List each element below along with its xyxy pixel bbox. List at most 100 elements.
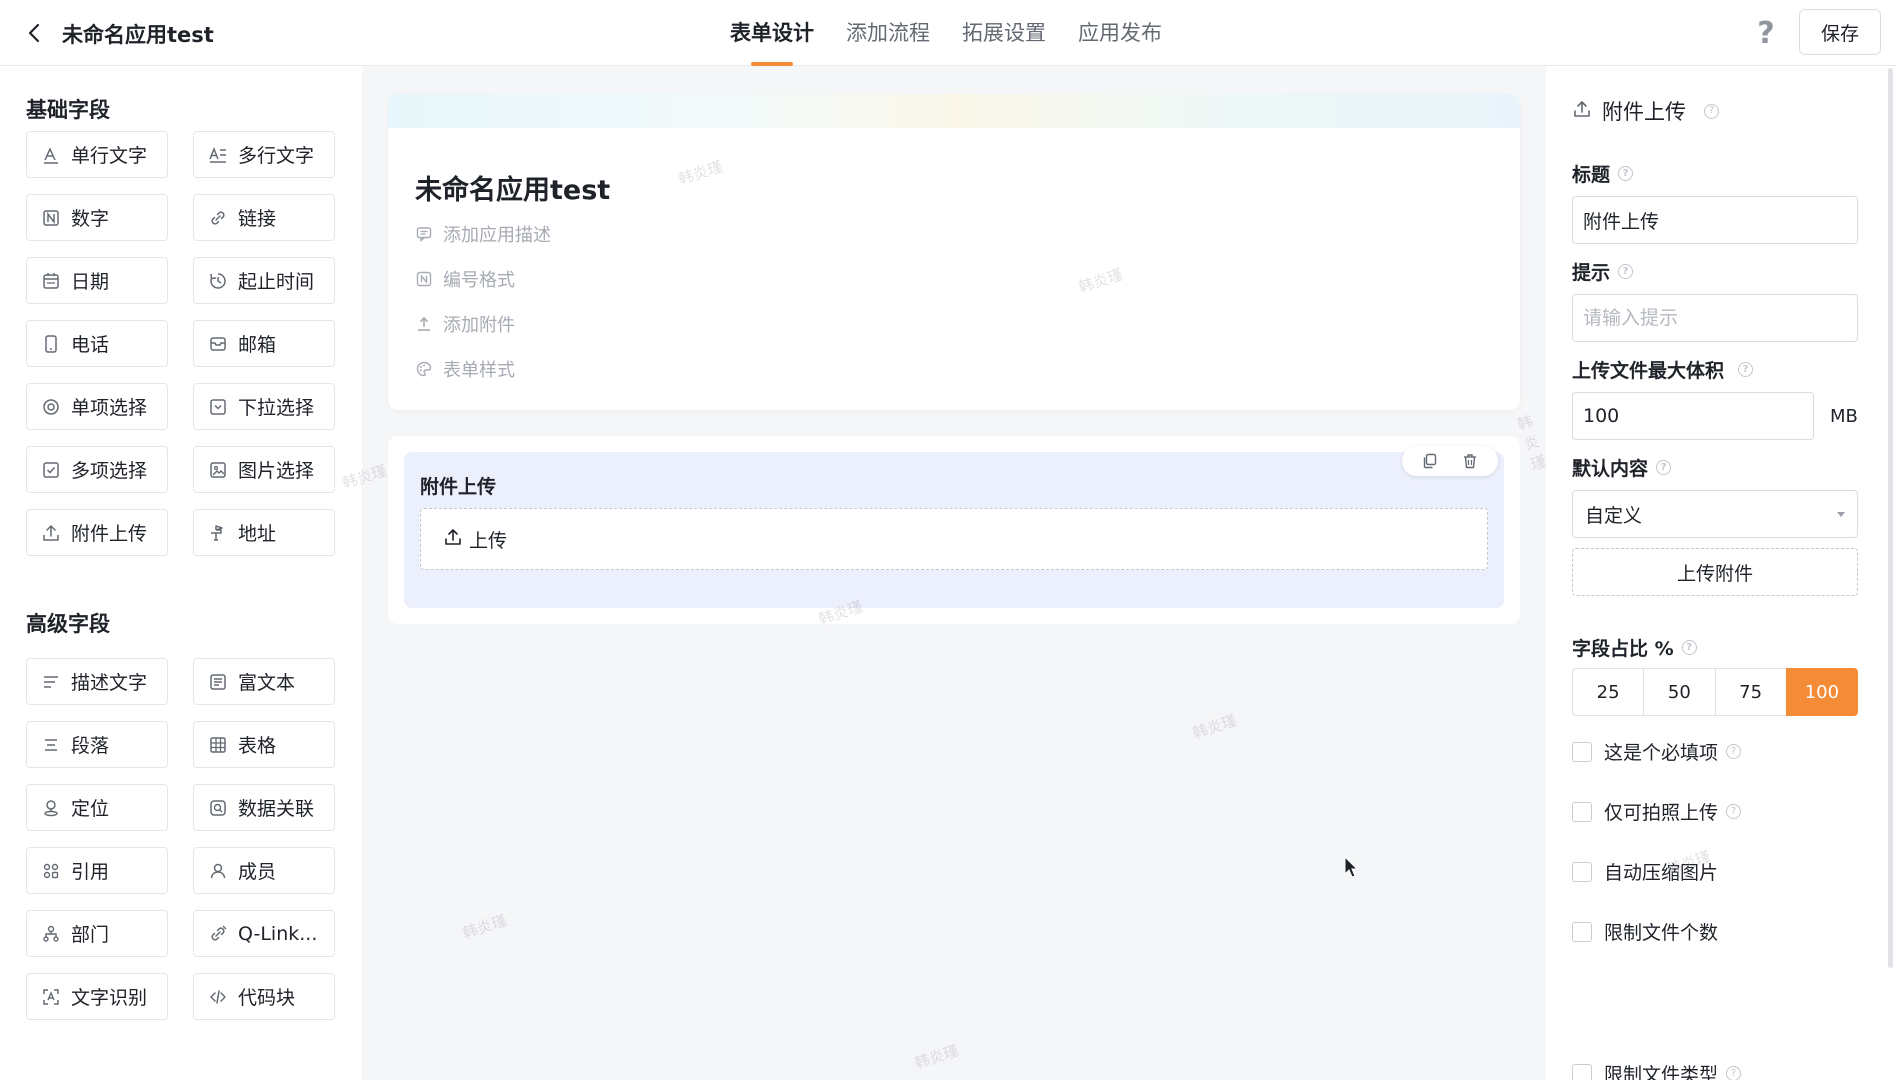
tab-form-design[interactable]: 表单设计	[730, 0, 814, 66]
help-circle-icon[interactable]: ?	[1618, 166, 1634, 181]
help-circle-icon[interactable]: ?	[1738, 362, 1754, 377]
palette-field-checkbox[interactable]: 多项选择	[26, 446, 168, 493]
photo-only-checkbox-row[interactable]: 仅可拍照上传 ?	[1572, 798, 1742, 825]
max-size-input[interactable]	[1572, 392, 1814, 440]
tab-add-process[interactable]: 添加流程	[846, 0, 930, 66]
title-input[interactable]	[1572, 196, 1858, 244]
palette-field-number[interactable]: 数字	[26, 194, 168, 241]
palette-field-q-link[interactable]: Q-Link...	[193, 910, 335, 957]
properties-title: 附件上传	[1602, 100, 1686, 124]
single-line-text-icon	[41, 145, 61, 165]
field-label: 附件上传	[420, 476, 497, 498]
upload-icon	[443, 527, 463, 552]
palette-field-address[interactable]: 地址	[193, 509, 335, 556]
photo-only-checkbox[interactable]	[1572, 801, 1592, 822]
hint-label-text: 提示	[1572, 262, 1611, 284]
default-content-select[interactable]: 自定义	[1572, 490, 1858, 538]
help-circle-icon[interactable]: ?	[1726, 804, 1742, 819]
required-checkbox[interactable]	[1572, 741, 1592, 762]
help-circle-icon[interactable]: ?	[1726, 744, 1742, 759]
palette-field-multi-line-text[interactable]: 多行文字	[193, 131, 335, 178]
paragraph-icon	[41, 735, 61, 755]
palette-field-calendar[interactable]: 日期	[26, 257, 168, 304]
ratio-option-50[interactable]: 50	[1643, 668, 1716, 716]
help-circle-icon[interactable]: ?	[1704, 103, 1719, 119]
palette-field-ocr[interactable]: 文字识别	[26, 973, 168, 1020]
palette-field-paragraph[interactable]: 段落	[26, 721, 168, 768]
form-canvas: 未命名应用test 添加应用描述 编号格式 添加附件 表单样式 韩炎瑾 韩炎瑾 …	[340, 66, 1548, 1080]
image-icon	[208, 460, 228, 480]
ratio-option-25[interactable]: 25	[1572, 668, 1645, 716]
palette-field-department[interactable]: 部门	[26, 910, 168, 957]
copy-icon[interactable]	[1419, 450, 1441, 472]
limit-count-checkbox-row[interactable]: 限制文件个数	[1572, 918, 1718, 945]
help-circle-icon[interactable]: ?	[1618, 264, 1634, 279]
palette-field-radio[interactable]: 单项选择	[26, 383, 168, 430]
palette-field-reference[interactable]: 引用	[26, 847, 168, 894]
number-icon	[41, 208, 61, 228]
delete-icon[interactable]	[1459, 450, 1481, 472]
default-content-value: 自定义	[1585, 504, 1643, 527]
ratio-option-100[interactable]: 100	[1785, 668, 1858, 716]
palette-field-mail[interactable]: 邮箱	[193, 320, 335, 367]
form-title[interactable]: 未命名应用test	[415, 168, 610, 207]
save-button[interactable]: 保存	[1799, 9, 1881, 55]
palette-field-label: 起止时间	[238, 271, 315, 293]
attachment-field-card[interactable]: 附件上传 上传 韩炎瑾	[388, 436, 1520, 628]
palette-field-label: 代码块	[238, 987, 296, 1009]
compress-checkbox[interactable]	[1572, 861, 1592, 882]
palette-field-description[interactable]: 描述文字	[26, 658, 168, 705]
checkbox-icon	[41, 460, 61, 480]
max-size-label-text: 上传文件最大体积	[1572, 360, 1725, 382]
form-style-link[interactable]: 表单样式	[415, 356, 515, 382]
palette-field-location[interactable]: 定位	[26, 784, 168, 831]
upload-dropzone[interactable]: 上传	[420, 508, 1488, 570]
help-icon[interactable]: ?	[1752, 16, 1780, 51]
palette-field-label: 数字	[71, 208, 110, 230]
required-checkbox-row[interactable]: 这是个必填项 ?	[1572, 738, 1742, 765]
back-arrow-icon[interactable]	[22, 18, 48, 48]
add-attachment-link[interactable]: 添加附件	[415, 311, 515, 337]
upload-icon	[41, 523, 61, 543]
department-icon	[41, 924, 61, 944]
properties-scrollbar[interactable]	[1888, 68, 1893, 968]
limit-type-checkbox[interactable]	[1572, 1063, 1592, 1080]
palette-field-label: Q-Link...	[238, 922, 318, 945]
limit-count-checkbox[interactable]	[1572, 921, 1592, 942]
app-title: 未命名应用test	[62, 23, 214, 47]
tab-extend-settings[interactable]: 拓展设置	[962, 0, 1046, 66]
ratio-option-75[interactable]: 75	[1714, 668, 1787, 716]
add-description-link[interactable]: 添加应用描述	[415, 221, 551, 247]
palette-field-dropdown[interactable]: 下拉选择	[193, 383, 335, 430]
palette-field-label: 定位	[71, 798, 110, 820]
default-content-label-text: 默认内容	[1572, 458, 1649, 480]
palette-field-label: 单项选择	[71, 397, 148, 419]
help-circle-icon[interactable]: ?	[1681, 640, 1697, 655]
palette-field-image[interactable]: 图片选择	[193, 446, 335, 493]
palette-field-upload[interactable]: 附件上传	[26, 509, 168, 556]
link-icon	[208, 208, 228, 228]
palette-field-rich-text[interactable]: 富文本	[193, 658, 335, 705]
palette-field-phone[interactable]: 电话	[26, 320, 168, 367]
upload-attachment-button[interactable]: 上传附件	[1572, 548, 1858, 596]
palette-field-table[interactable]: 表格	[193, 721, 335, 768]
help-circle-icon[interactable]: ?	[1726, 1066, 1742, 1080]
number-format-link[interactable]: 编号格式	[415, 266, 515, 292]
hint-input[interactable]	[1572, 294, 1858, 342]
limit-type-label: 限制文件类型	[1604, 1064, 1719, 1080]
palette-field-time-range[interactable]: 起止时间	[193, 257, 335, 304]
selected-field[interactable]: 附件上传 上传	[404, 446, 1504, 608]
palette-field-code[interactable]: 代码块	[193, 973, 335, 1020]
reference-icon	[41, 861, 61, 881]
watermark: 韩炎瑾	[460, 911, 509, 943]
palette-field-link[interactable]: 链接	[193, 194, 335, 241]
compress-checkbox-row[interactable]: 自动压缩图片	[1572, 858, 1718, 885]
limit-type-checkbox-row[interactable]: 限制文件类型 ?	[1572, 1060, 1742, 1080]
palette-field-member[interactable]: 成员	[193, 847, 335, 894]
tab-app-publish[interactable]: 应用发布	[1078, 0, 1162, 66]
palette-field-single-line-text[interactable]: 单行文字	[26, 131, 168, 178]
chevron-down-icon	[1837, 511, 1845, 517]
help-circle-icon[interactable]: ?	[1656, 460, 1672, 475]
number-format-icon	[415, 270, 433, 288]
palette-field-data-link[interactable]: 数据关联	[193, 784, 335, 831]
